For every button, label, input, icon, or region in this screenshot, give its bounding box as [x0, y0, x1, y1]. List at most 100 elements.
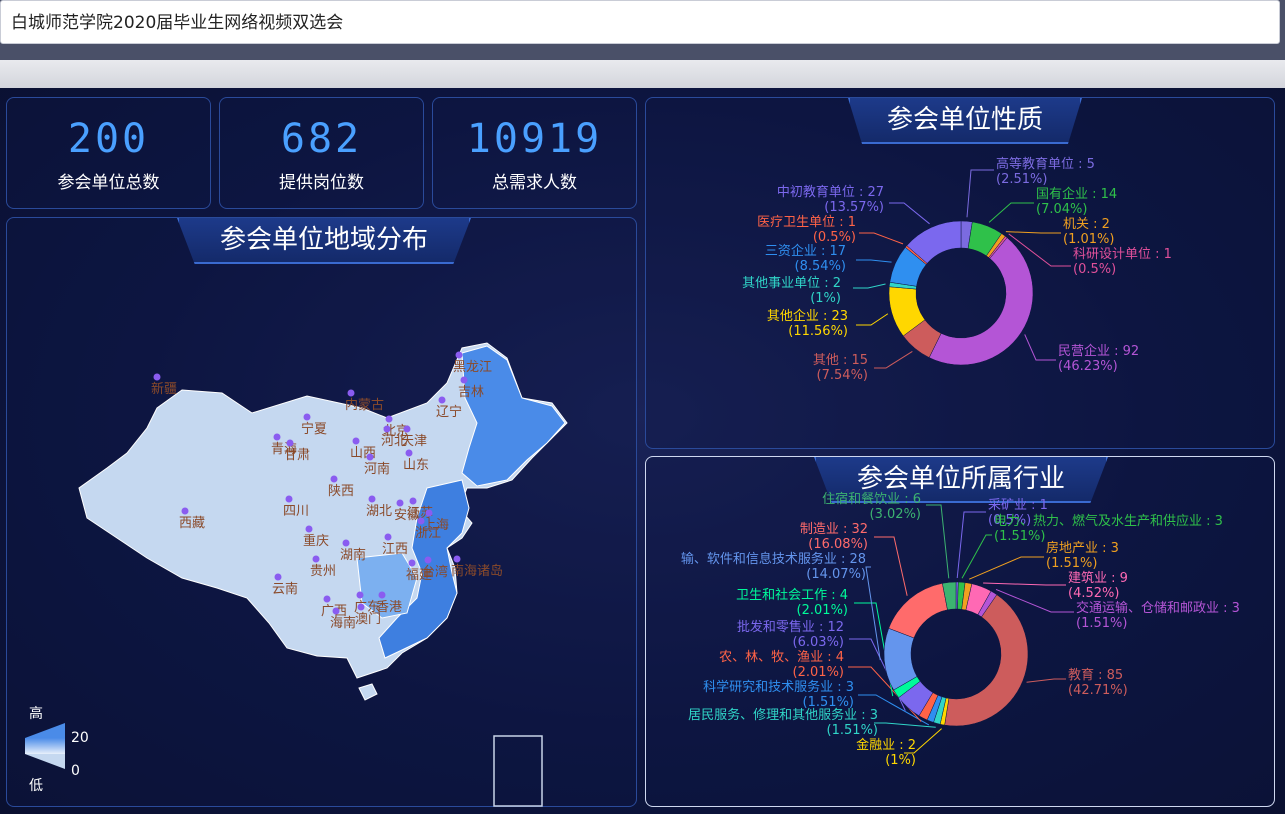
legend-high-marker	[25, 723, 65, 738]
slice-percent: (1.51%)	[994, 529, 1045, 544]
province-marker	[383, 425, 391, 433]
slice-percent: (42.71%)	[1068, 683, 1128, 698]
slice-label: 科学研究和技术服务业 : 3	[703, 679, 854, 695]
leader-line	[983, 582, 1066, 586]
province-marker	[396, 499, 404, 507]
province-marker	[356, 591, 364, 599]
province-marker	[181, 507, 189, 515]
stat-card-positions: 682 提供岗位数	[219, 97, 424, 209]
slice-label: 中初教育单位 : 27	[777, 184, 884, 200]
hainan-island	[358, 683, 378, 701]
slice-label: 住宿和餐饮业 : 6	[822, 491, 921, 507]
slice-percent: (4.52%)	[1068, 586, 1119, 601]
slice-percent: (1%)	[885, 753, 916, 768]
legend-high-label: 高	[29, 705, 43, 722]
province-marker	[312, 555, 320, 563]
province-label: 宁夏	[301, 421, 327, 437]
province-marker	[385, 415, 393, 423]
leader-line	[874, 536, 908, 596]
province-marker	[405, 449, 413, 457]
province-marker	[384, 533, 392, 541]
slice-percent: (1.51%)	[827, 723, 878, 738]
province-label: 河北	[381, 434, 407, 449]
province-label: 云南	[272, 581, 298, 597]
leader-line	[969, 556, 1044, 580]
industry-donut-chart[interactable]: 采矿业 : 1(0.5%)电力、热力、燃气及水生产和供应业 : 3(1.51%)…	[646, 457, 1276, 808]
donut-slice	[944, 594, 1029, 727]
province-label: 四川	[283, 504, 309, 519]
slice-percent: (1.51%)	[1076, 616, 1127, 631]
stat-value: 10919	[466, 116, 603, 162]
province-marker	[357, 603, 365, 611]
leader-line	[856, 313, 889, 326]
province-marker	[323, 595, 331, 603]
china-map[interactable]: 高 低 20 0 黑龙江吉林辽宁新疆内蒙古宁夏青海甘肃北京天津山西河北山东河南陕…	[7, 218, 638, 808]
slice-label: 卫生和社会工作 : 4	[736, 587, 848, 603]
slice-percent: (7.04%)	[1036, 202, 1087, 217]
slice-label: 房地产业 : 3	[1046, 540, 1119, 556]
province-label: 南海诸岛	[451, 563, 503, 579]
title-input[interactable]: 白城师范学院2020届毕业生网络视频双选会	[0, 0, 1280, 44]
stat-label: 总需求人数	[492, 173, 577, 193]
slice-label: 批发和零售业 : 12	[737, 619, 844, 635]
province-marker	[330, 475, 338, 483]
slice-percent: (1%)	[810, 291, 841, 306]
province-label: 澳门	[355, 611, 381, 627]
slice-label: 其他企业 : 23	[767, 308, 848, 324]
legend-low-label: 低	[29, 778, 43, 794]
leader-line	[1026, 678, 1066, 683]
province-marker	[153, 373, 161, 381]
slice-label: 高等教育单位 : 5	[996, 156, 1095, 172]
slice-label: 建筑业 : 9	[1068, 570, 1128, 586]
slice-label: 其他事业单位 : 2	[742, 276, 841, 291]
province-label: 陕西	[328, 484, 354, 499]
province-label: 浙江	[415, 526, 441, 541]
province-marker	[417, 517, 425, 525]
province-marker	[425, 509, 433, 517]
province-label: 湖南	[340, 547, 366, 563]
slice-percent: (1.01%)	[1063, 232, 1114, 247]
slice-label: 其他 : 15	[813, 353, 868, 368]
slice-percent: (6.03%)	[793, 635, 844, 650]
slice-label: 电力、热力、燃气及水生产和供应业 : 3	[994, 513, 1223, 529]
province-label: 湖北	[366, 504, 392, 519]
south-sea-inset	[493, 735, 543, 807]
slice-percent: (2.51%)	[996, 172, 1047, 187]
province-label: 海南	[330, 615, 356, 631]
province-marker	[409, 497, 417, 505]
slice-percent: (8.54%)	[795, 259, 846, 274]
slice-percent: (2.01%)	[797, 603, 848, 618]
province-marker	[286, 439, 294, 447]
province-label: 内蒙古	[345, 397, 384, 413]
slice-label: 机关 : 2	[1063, 217, 1110, 232]
leader-line	[926, 504, 950, 579]
leader-line	[1005, 231, 1061, 234]
province-label: 新疆	[151, 381, 177, 397]
slice-label: 制造业 : 32	[800, 522, 868, 537]
province-marker	[455, 351, 463, 359]
donut-slice	[928, 237, 1034, 366]
nature-donut-chart[interactable]: 高等教育单位 : 5(2.51%)国有企业 : 14(7.04%)机关 : 2(…	[646, 98, 1276, 450]
province-marker	[273, 433, 281, 441]
slice-percent: (3.02%)	[870, 507, 921, 522]
stat-value: 682	[280, 116, 363, 162]
stat-label: 参会单位总数	[57, 173, 160, 193]
nature-panel: 参会单位性质 高等教育单位 : 5 (2.51%) 国有企业 : 14 (7.04%)…	[645, 97, 1275, 449]
leader-line	[889, 202, 930, 225]
province-label: 西藏	[179, 516, 205, 531]
legend-low-marker	[25, 754, 65, 769]
slice-label: 国有企业 : 14	[1036, 186, 1117, 202]
slice-label: 科研设计单位 : 1	[1073, 247, 1172, 262]
legend-max-value: 20	[71, 730, 89, 746]
stat-card-demand: 10919 总需求人数	[432, 97, 637, 209]
stat-label: 提供岗位数	[279, 173, 364, 193]
province-label: 江西	[382, 542, 408, 557]
leader-line	[1024, 334, 1056, 361]
province-marker	[424, 556, 432, 564]
slice-label: 三资企业 : 17	[765, 243, 846, 259]
slice-percent: (13.57%)	[824, 200, 884, 215]
province-marker	[460, 376, 468, 384]
slice-percent: (0.5%)	[813, 230, 856, 245]
legend-gradient	[25, 738, 65, 754]
province-marker	[453, 555, 461, 563]
